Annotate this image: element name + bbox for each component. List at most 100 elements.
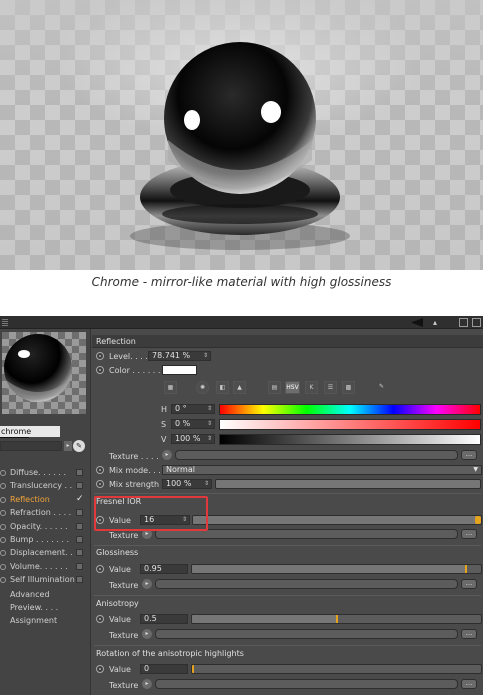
sidebar-extra-item[interactable]: Preview. . . . xyxy=(0,602,91,614)
mix-mode-dropdown[interactable]: Normal ▼ xyxy=(162,465,482,475)
fresnel-slider-knob[interactable] xyxy=(475,516,481,524)
channel-radio-icon[interactable] xyxy=(0,496,6,503)
channel-label: Refraction . . . . xyxy=(10,508,72,518)
new-window-icon[interactable] xyxy=(472,318,481,327)
glossiness-texture-arrow[interactable]: ▸ xyxy=(142,579,152,589)
channel-enable-checkbox[interactable] xyxy=(76,509,83,517)
up-arrow-icon[interactable]: ▴ xyxy=(433,318,442,327)
channel-item[interactable]: Volume. . . . . . xyxy=(0,561,91,573)
mix-strength-input[interactable]: 100 % ⇕ xyxy=(162,479,212,489)
lock-icon[interactable] xyxy=(459,318,468,327)
channel-item[interactable]: Opacity. . . . . . xyxy=(0,521,91,533)
color-swatch[interactable] xyxy=(162,365,197,375)
rotation-texture-arrow[interactable]: ▸ xyxy=(142,679,152,689)
anisotropy-slider[interactable] xyxy=(191,614,482,624)
color-mode-spectrum-icon[interactable]: ▦ xyxy=(164,381,177,394)
glossiness-texture-slot[interactable] xyxy=(155,579,458,589)
channel-item[interactable]: Translucency . . xyxy=(0,480,91,492)
anisotropy-texture-slot[interactable] xyxy=(155,629,458,639)
level-input[interactable]: 78.741 % ⇕ xyxy=(148,351,211,361)
layer-dropdown-arrow[interactable]: ▸ xyxy=(64,441,72,451)
level-animate-radio[interactable] xyxy=(96,352,104,360)
saturation-input[interactable]: 0 % ⇕ xyxy=(171,419,215,429)
color-eyedropper-icon[interactable]: ✎ xyxy=(375,381,388,394)
glossiness-texture-browse-button[interactable]: ... xyxy=(461,579,477,589)
anisotropy-texture-arrow[interactable]: ▸ xyxy=(142,629,152,639)
channel-enable-checkbox[interactable] xyxy=(76,469,83,476)
grip-handle[interactable] xyxy=(2,319,8,326)
material-preview-thumbnail[interactable] xyxy=(2,332,86,414)
rotation-value: 0 xyxy=(144,664,150,673)
channel-item[interactable]: Self Illumination xyxy=(0,574,91,586)
brightness-slider[interactable] xyxy=(219,434,481,445)
color-mode-swatches-icon[interactable]: ▩ xyxy=(342,381,355,394)
channel-radio-icon[interactable] xyxy=(0,550,6,557)
reflection-texture-browse-button[interactable]: ... xyxy=(461,450,477,460)
color-mode-image-icon[interactable]: ▲ xyxy=(233,381,246,394)
channel-radio-icon[interactable] xyxy=(0,537,6,543)
hue-input[interactable]: 0 ° ⇕ xyxy=(171,404,215,414)
glossiness-slider[interactable] xyxy=(191,564,482,574)
rotation-slider-knob[interactable] xyxy=(192,665,194,673)
channel-radio-icon[interactable] xyxy=(0,470,6,476)
rotation-slider[interactable] xyxy=(191,664,482,674)
back-arrow-icon[interactable] xyxy=(411,318,423,327)
channel-enable-checkbox[interactable] xyxy=(76,576,83,584)
glossiness-value-input[interactable]: 0.95 xyxy=(140,564,188,574)
channel-item[interactable]: Diffuse. . . . . . xyxy=(0,467,91,479)
layer-field[interactable] xyxy=(0,441,62,451)
material-name-field[interactable]: chrome xyxy=(0,426,60,437)
sidebar-extra-item[interactable]: Advanced xyxy=(0,589,91,601)
divider xyxy=(94,645,481,646)
anisotropy-slider-knob[interactable] xyxy=(335,615,338,623)
anisotropy-animate-radio[interactable] xyxy=(96,615,104,623)
hue-slider[interactable] xyxy=(219,404,481,415)
glossiness-slider-knob[interactable] xyxy=(464,565,467,573)
glossiness-animate-radio[interactable] xyxy=(96,565,104,573)
channel-enable-checkbox[interactable] xyxy=(76,562,83,570)
channel-radio-icon[interactable] xyxy=(0,483,6,490)
anisotropy-value-input[interactable]: 0.5 xyxy=(140,614,188,624)
anisotropy-texture-label: Texture xyxy=(109,631,139,640)
color-mode-kelvin-icon[interactable]: K xyxy=(305,381,318,394)
channel-radio-icon[interactable] xyxy=(0,563,6,570)
mix-strength-slider[interactable] xyxy=(215,479,481,489)
channel-enable-checkbox[interactable] xyxy=(76,482,83,490)
channel-item[interactable]: Refraction . . . . xyxy=(0,507,91,519)
render-preview xyxy=(0,0,483,270)
channel-item[interactable]: Displacement. . . xyxy=(0,547,91,559)
channel-enable-checkbox[interactable] xyxy=(76,549,83,557)
color-mode-mixer-icon[interactable]: ☰ xyxy=(324,381,337,394)
brightness-input[interactable]: 100 % ⇕ xyxy=(171,434,215,444)
channel-label: Self Illumination xyxy=(10,575,75,585)
rotation-texture-slot[interactable] xyxy=(155,679,458,689)
color-mode-hsv-icon[interactable]: HSV xyxy=(285,381,300,394)
color-mode-rgb-icon[interactable]: ▤ xyxy=(268,381,281,394)
glossiness-slider-fill xyxy=(192,565,467,573)
color-mode-gradient-icon[interactable]: ◧ xyxy=(216,381,229,394)
mix-mode-animate-radio[interactable] xyxy=(96,466,104,474)
eyedropper-icon[interactable]: ✎ xyxy=(73,440,85,452)
mix-strength-animate-radio[interactable] xyxy=(96,480,104,488)
fresnel-texture-browse-button[interactable]: ... xyxy=(461,529,477,539)
channel-radio-icon[interactable] xyxy=(0,577,6,584)
level-spinner-icon[interactable]: ⇕ xyxy=(203,352,208,360)
channel-item[interactable]: Bump . . . . . . . xyxy=(0,534,91,546)
channel-radio-icon[interactable] xyxy=(0,523,6,530)
channel-enable-checkbox[interactable]: ✓ xyxy=(76,494,84,503)
channel-item[interactable]: Reflection ✓ xyxy=(0,494,91,506)
reflection-texture-arrow[interactable]: ▸ xyxy=(162,450,172,460)
color-animate-radio[interactable] xyxy=(96,366,104,374)
fresnel-slider[interactable] xyxy=(192,515,482,525)
saturation-slider[interactable] xyxy=(219,419,481,430)
rotation-value-input[interactable]: 0 xyxy=(140,664,188,674)
rotation-texture-browse-button[interactable]: ... xyxy=(461,679,477,689)
channel-radio-icon[interactable] xyxy=(0,510,6,517)
channel-enable-checkbox[interactable] xyxy=(76,522,83,530)
rotation-animate-radio[interactable] xyxy=(96,665,104,673)
color-mode-wheel-icon[interactable]: ✺ xyxy=(196,381,209,394)
anisotropy-texture-browse-button[interactable]: ... xyxy=(461,629,477,639)
reflection-texture-slot[interactable] xyxy=(175,450,458,460)
channel-enable-checkbox[interactable] xyxy=(76,536,83,543)
sidebar-extra-item[interactable]: Assignment xyxy=(0,615,91,627)
